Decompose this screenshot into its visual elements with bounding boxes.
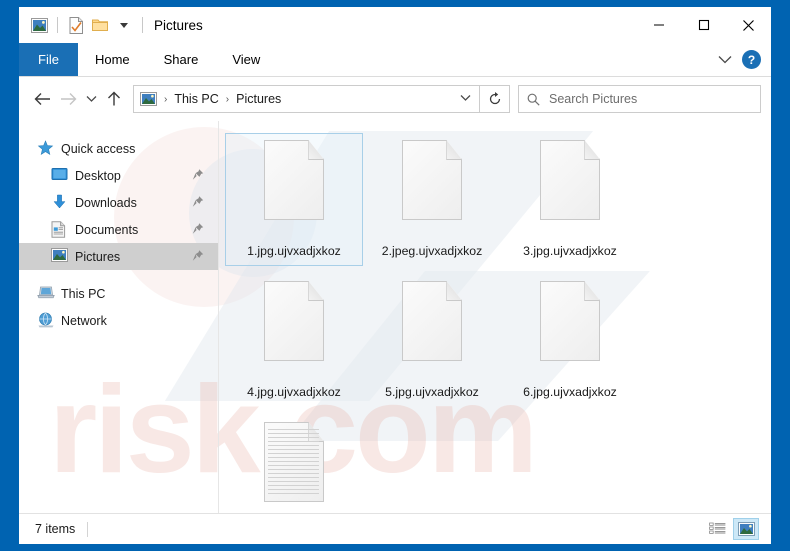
tab-home[interactable]: Home	[78, 43, 147, 76]
maximize-button[interactable]	[681, 7, 726, 43]
star-icon	[37, 140, 54, 157]
forward-button[interactable]	[55, 86, 81, 112]
file-item[interactable]: 5.jpg.ujvxadjxkoz	[363, 274, 501, 407]
sidebar-label-pictures: Pictures	[75, 249, 121, 264]
breadcrumb-pictures-icon[interactable]	[140, 92, 157, 106]
this-pc-icon	[37, 285, 55, 302]
file-name-label: 2.jpeg.ujvxadjxkoz	[381, 244, 483, 258]
file-explorer-window: Pictures File Home Share View ? › This P…	[18, 6, 772, 545]
blank-file-icon	[257, 138, 331, 234]
pictures-icon[interactable]	[28, 14, 50, 36]
properties-icon[interactable]	[65, 14, 87, 36]
sidebar-label-downloads: Downloads	[75, 195, 137, 210]
explorer-body: risk.com Quick access Desk	[19, 121, 771, 513]
sidebar-label-this-pc: This PC	[61, 286, 106, 301]
pin-icon-documents[interactable]	[192, 222, 204, 237]
sidebar-item-pictures[interactable]: Pictures	[19, 243, 218, 270]
file-item[interactable]: 2.jpeg.ujvxadjxkoz	[363, 133, 501, 266]
file-name-label: 6.jpg.ujvxadjxkoz	[523, 385, 617, 399]
blank-file-icon	[395, 279, 469, 375]
recent-locations-chevron-icon[interactable]	[81, 86, 101, 112]
desktop-icon	[51, 167, 68, 184]
address-bar[interactable]: › This PC › Pictures	[133, 85, 480, 113]
blank-file-icon	[533, 138, 607, 234]
address-dropdown-chevron-icon[interactable]	[460, 94, 473, 105]
file-name-label: 4.jpg.ujvxadjxkoz	[247, 385, 341, 399]
search-icon	[527, 93, 540, 106]
up-button[interactable]	[101, 86, 127, 112]
file-name-label: 3.jpg.ujvxadjxkoz	[523, 244, 617, 258]
search-box[interactable]: Search Pictures	[518, 85, 761, 113]
status-divider	[87, 521, 89, 537]
breadcrumb-separator: ›	[164, 93, 168, 105]
sidebar-label-network: Network	[61, 313, 107, 328]
tab-share[interactable]: Share	[147, 43, 216, 76]
sidebar-item-quick-access[interactable]: Quick access	[19, 135, 218, 162]
blank-file-icon	[533, 279, 607, 375]
close-button[interactable]	[726, 7, 771, 43]
ribbon-right-controls: ?	[718, 43, 771, 76]
sidebar-item-downloads[interactable]: Downloads	[19, 189, 218, 216]
file-list-pane[interactable]: 1.jpg.ujvxadjxkoz 2.jpeg.ujvxadjxkoz 3.j…	[219, 121, 771, 513]
file-name-label: 1.jpg.ujvxadjxkoz	[247, 244, 341, 258]
expand-ribbon-chevron-icon[interactable]	[718, 51, 732, 69]
breadcrumb-separator-2: ›	[225, 93, 230, 105]
pin-icon-downloads[interactable]	[192, 195, 204, 210]
documents-icon	[51, 221, 68, 238]
search-input[interactable]: Search Pictures	[549, 92, 637, 106]
new-folder-icon[interactable]	[89, 14, 111, 36]
view-mode-buttons	[704, 518, 763, 540]
downloads-icon	[51, 194, 68, 211]
file-name-label: 5.jpg.ujvxadjxkoz	[385, 385, 479, 399]
help-icon[interactable]: ?	[742, 50, 761, 69]
customize-chevron-icon[interactable]	[113, 14, 135, 36]
large-icons-view-icon[interactable]	[733, 518, 759, 540]
blank-file-icon	[395, 138, 469, 234]
sidebar-label-desktop: Desktop	[75, 168, 121, 183]
breadcrumb-pictures[interactable]: Pictures	[236, 92, 281, 106]
tab-file[interactable]: File	[19, 43, 78, 76]
tab-view[interactable]: View	[215, 43, 277, 76]
minimize-button[interactable]	[636, 7, 681, 43]
file-item[interactable]: 6.jpg.ujvxadjxkoz	[501, 274, 639, 407]
pictures-icon	[51, 248, 68, 265]
sidebar-item-documents[interactable]: Documents	[19, 216, 218, 243]
breadcrumb-this-pc[interactable]: This PC	[174, 92, 218, 106]
title-bar: Pictures	[19, 7, 771, 43]
sidebar-item-desktop[interactable]: Desktop	[19, 162, 218, 189]
item-count-label: 7 items	[35, 522, 76, 536]
text-file-lines	[268, 429, 319, 497]
quick-access-toolbar: Pictures	[19, 14, 203, 36]
file-item[interactable]: 1.jpg.ujvxadjxkoz	[225, 133, 363, 266]
toolbar-divider	[57, 17, 58, 33]
window-title: Pictures	[154, 17, 203, 33]
file-item[interactable]: 3.jpg.ujvxadjxkoz	[501, 133, 639, 266]
ribbon-tab-bar: File Home Share View ?	[19, 43, 771, 77]
file-item[interactable]: HOW TO RESTORE YOUR FILES.TXT	[225, 415, 363, 513]
pin-icon-desktop[interactable]	[192, 168, 204, 183]
file-grid: 1.jpg.ujvxadjxkoz 2.jpeg.ujvxadjxkoz 3.j…	[225, 133, 765, 513]
title-divider	[142, 17, 143, 33]
sidebar-item-this-pc[interactable]: This PC	[19, 280, 218, 307]
file-item[interactable]: 4.jpg.ujvxadjxkoz	[225, 274, 363, 407]
navigation-pane: Quick access Desktop Downloads Documents…	[19, 121, 219, 513]
sidebar-label-documents: Documents	[75, 222, 139, 237]
sidebar-label-quick-access: Quick access	[61, 141, 136, 156]
blank-file-icon	[257, 279, 331, 375]
status-bar: 7 items	[19, 513, 771, 544]
back-button[interactable]	[29, 86, 55, 112]
refresh-button[interactable]	[480, 85, 510, 113]
text-file-icon	[257, 420, 331, 513]
sidebar-item-network[interactable]: Network	[19, 307, 218, 334]
address-bar-row: › This PC › Pictures Search Pictures	[19, 77, 771, 121]
details-view-icon[interactable]	[704, 518, 730, 540]
network-icon	[37, 312, 54, 329]
pin-icon-pictures[interactable]	[192, 249, 204, 264]
window-controls	[636, 7, 771, 43]
